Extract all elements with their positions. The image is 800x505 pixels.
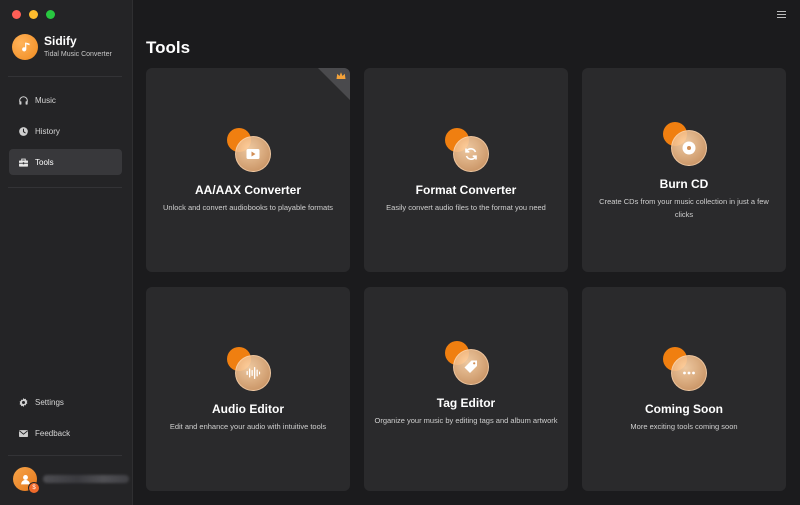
sidebar-item-label: Settings: [35, 397, 64, 407]
tool-description: Create CDs from your music collection in…: [599, 197, 769, 219]
tool-title: Burn CD: [659, 177, 709, 191]
sidebar-item-label: Music: [35, 95, 56, 105]
sidebar-item-music[interactable]: Music: [9, 87, 122, 113]
user-name-blurred: [43, 475, 129, 483]
sidebar-divider: [8, 76, 122, 77]
tool-card-format-converter[interactable]: Format Converter Easily convert audio fi…: [364, 68, 568, 272]
sidebar-item-label: Feedback: [35, 428, 71, 438]
sidebar-divider: [8, 455, 122, 456]
sidebar-item-label: History: [35, 126, 60, 136]
hamburger-menu-icon[interactable]: [777, 11, 786, 20]
tool-title: Tag Editor: [436, 396, 496, 410]
tag-icon: [464, 360, 477, 373]
tool-description: Easily convert audio files to the format…: [386, 203, 546, 212]
app-brand: Sidify Tidal Music Converter: [12, 34, 112, 60]
refresh-icon: [465, 148, 477, 160]
tool-icon: [659, 347, 709, 393]
app-window: Sidify Tidal Music Converter Music Histo…: [0, 0, 800, 505]
tool-icon: [659, 122, 709, 168]
zoom-window-button[interactable]: [46, 10, 55, 19]
tool-card-aa-aax-converter[interactable]: AA/AAX Converter Unlock and convert audi…: [146, 68, 350, 272]
tool-icon: [441, 128, 491, 174]
sidebar: Sidify Tidal Music Converter Music Histo…: [0, 0, 133, 505]
tool-title: Format Converter: [415, 183, 517, 197]
tool-card-tag-editor[interactable]: Tag Editor Organize your music by editin…: [364, 287, 568, 491]
tool-description: More exciting tools coming soon: [630, 422, 738, 431]
tool-icon: [223, 128, 273, 174]
window-controls: [12, 10, 55, 19]
tool-description: Edit and enhance your audio with intuiti…: [169, 422, 327, 431]
waveform-icon: [246, 367, 261, 379]
tool-description: Organize your music by editing tags and …: [374, 416, 558, 425]
premium-corner-badge: [318, 68, 350, 100]
disc-icon: [682, 141, 696, 155]
tool-card-coming-soon[interactable]: Coming Soon More exciting tools coming s…: [582, 287, 786, 491]
page-title: Tools: [146, 38, 191, 57]
user-account[interactable]: $: [13, 467, 129, 494]
sidebar-item-feedback[interactable]: Feedback: [9, 420, 122, 446]
tool-title: AA/AAX Converter: [194, 183, 302, 197]
minimize-window-button[interactable]: [29, 10, 38, 19]
tool-description: Unlock and convert audiobooks to playabl…: [162, 203, 334, 212]
more-icon: [683, 371, 695, 375]
clock-icon: [19, 126, 28, 136]
play-video-icon: [246, 149, 260, 159]
tool-card-burn-cd[interactable]: Burn CD Create CDs from your music colle…: [582, 68, 786, 272]
tool-icon: [223, 347, 273, 393]
sidebar-item-settings[interactable]: Settings: [9, 389, 122, 415]
headphones-icon: [19, 95, 28, 105]
app-name: Sidify: [44, 34, 77, 48]
tool-icon: [441, 341, 491, 387]
app-subtitle: Tidal Music Converter: [44, 51, 112, 58]
mail-icon: [19, 429, 28, 437]
close-window-button[interactable]: [12, 10, 21, 19]
crown-icon: [336, 72, 346, 79]
sidebar-item-tools[interactable]: Tools: [9, 149, 122, 175]
tool-title: Audio Editor: [212, 402, 284, 416]
tool-title: Coming Soon: [645, 402, 723, 416]
sidebar-divider: [8, 187, 122, 188]
sidebar-item-history[interactable]: History: [9, 118, 122, 144]
sidebar-item-label: Tools: [35, 157, 54, 167]
gear-icon: [19, 397, 28, 407]
app-logo-icon: [12, 34, 38, 60]
tool-card-audio-editor[interactable]: Audio Editor Edit and enhance your audio…: [146, 287, 350, 491]
avatar[interactable]: $: [13, 467, 40, 494]
account-badge-icon: $: [28, 482, 40, 494]
toolbox-icon: [19, 158, 28, 167]
